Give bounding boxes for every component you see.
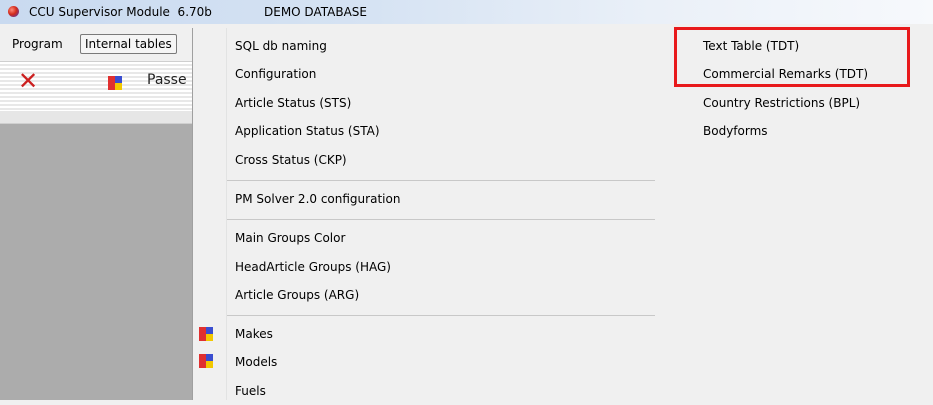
menu-bar: Program Internal tables bbox=[0, 34, 193, 56]
menu-item-makes[interactable]: Makes bbox=[235, 320, 273, 348]
menu-item-configuration[interactable]: Configuration bbox=[235, 60, 316, 88]
menu-item-article-groups[interactable]: Article Groups (ARG) bbox=[235, 281, 359, 309]
models-icon bbox=[199, 354, 213, 368]
title-bar: CCU Supervisor Module 6.70b DEMO DATABAS… bbox=[0, 0, 933, 24]
app-icon[interactable] bbox=[8, 6, 19, 17]
window-title: CCU Supervisor Module 6.70b bbox=[29, 5, 212, 19]
menu-gutter bbox=[226, 28, 227, 400]
menu-item-headarticle-groups[interactable]: HeadArticle Groups (HAG) bbox=[235, 253, 391, 281]
toolbar-label[interactable]: Passe bbox=[147, 72, 187, 88]
menu-item-models[interactable]: Models bbox=[235, 348, 277, 376]
menu-item-fuels[interactable]: Fuels bbox=[235, 377, 266, 405]
internal-tables-menu: SQL db naming Configuration Article Stat… bbox=[192, 28, 658, 400]
toolbar-strip bbox=[0, 111, 193, 124]
menu-program[interactable]: Program bbox=[8, 34, 67, 54]
workspace bbox=[0, 124, 193, 400]
menu-item-article-status[interactable]: Article Status (STS) bbox=[235, 89, 351, 117]
menu-item-main-groups-color[interactable]: Main Groups Color bbox=[235, 224, 345, 252]
menu-item-pm-solver[interactable]: PM Solver 2.0 configuration bbox=[235, 185, 400, 213]
menu-separator bbox=[227, 315, 655, 316]
database-label: DEMO DATABASE bbox=[264, 5, 367, 19]
menu-item-application-status[interactable]: Application Status (STA) bbox=[235, 117, 380, 145]
close-icon[interactable]: ✕ bbox=[18, 69, 40, 93]
menu-item-sql-db-naming[interactable]: SQL db naming bbox=[235, 32, 327, 60]
puzzle-icon[interactable] bbox=[108, 76, 122, 90]
menu-separator bbox=[227, 219, 655, 220]
menu-separator bbox=[227, 180, 655, 181]
menu-internal-tables[interactable]: Internal tables bbox=[80, 34, 177, 54]
submenu-item-bodyforms[interactable]: Bodyforms bbox=[703, 117, 768, 145]
submenu-item-country-restrictions[interactable]: Country Restrictions (BPL) bbox=[703, 89, 860, 117]
makes-icon bbox=[199, 327, 213, 341]
toolbar: ✕ Passe bbox=[0, 61, 193, 112]
highlight-annotation bbox=[674, 27, 910, 87]
menu-item-cross-status[interactable]: Cross Status (CKP) bbox=[235, 146, 347, 174]
